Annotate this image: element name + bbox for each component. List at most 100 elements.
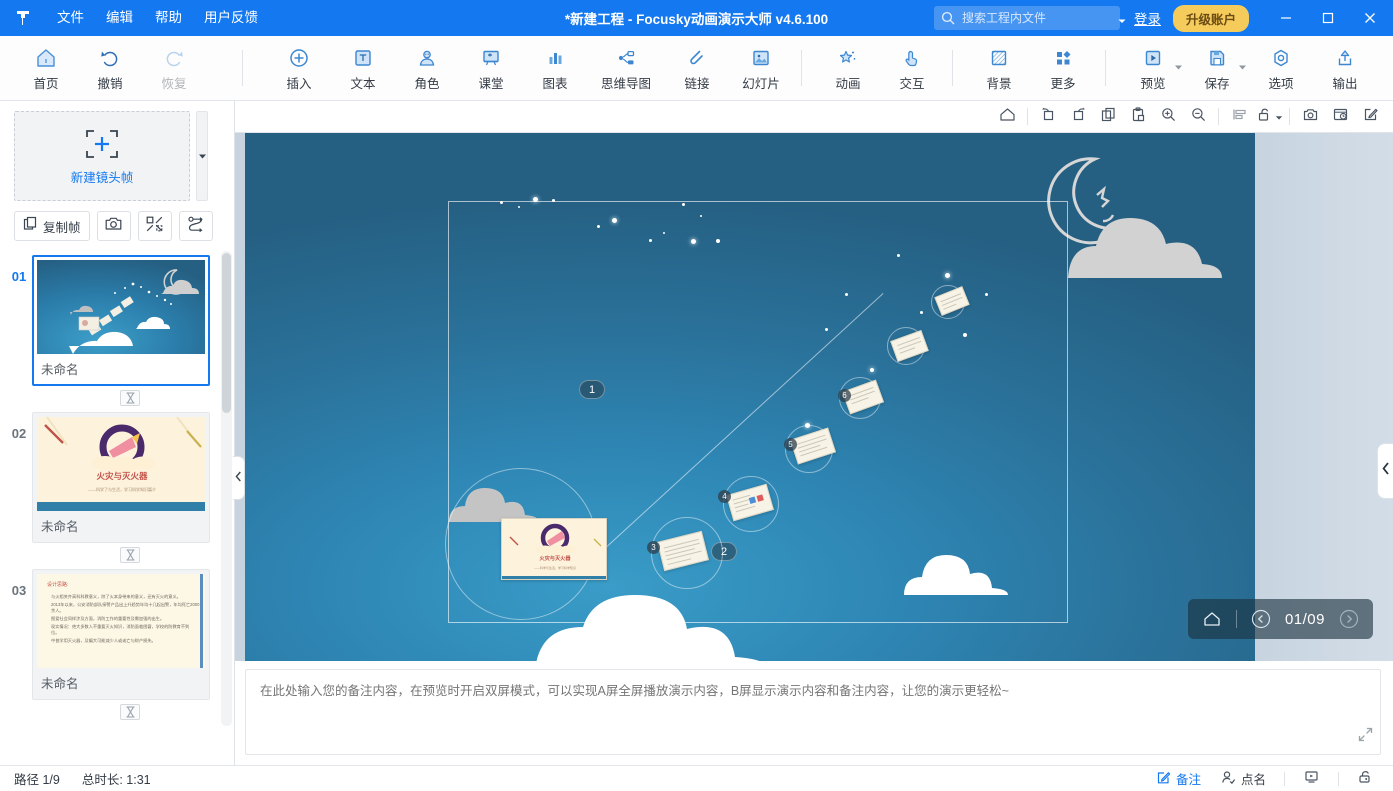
- ribbon-slide[interactable]: 幻灯片: [729, 38, 793, 98]
- home-view-button[interactable]: [992, 104, 1022, 130]
- ribbon-undo[interactable]: 撤销: [78, 38, 142, 98]
- slide-name[interactable]: 未命名: [37, 354, 205, 381]
- panel-collapse-button[interactable]: [233, 456, 245, 500]
- menu-help[interactable]: 帮助: [144, 5, 193, 31]
- menu-file[interactable]: 文件: [46, 5, 95, 31]
- ribbon-character[interactable]: 角色: [395, 38, 459, 98]
- ribbon-animation[interactable]: 动画: [816, 38, 880, 98]
- chevron-down-icon[interactable]: [1275, 108, 1283, 126]
- capture-frame-button[interactable]: [96, 211, 131, 241]
- hourglass-icon[interactable]: [120, 547, 140, 563]
- step-dot-6[interactable]: 6: [838, 389, 851, 402]
- expand-arrows-icon[interactable]: [1358, 727, 1373, 747]
- ribbon-classroom[interactable]: 课堂: [459, 38, 523, 98]
- status-presenter-button[interactable]: [1293, 767, 1330, 790]
- close-button[interactable]: [1349, 0, 1391, 36]
- chevron-down-icon[interactable]: [1174, 58, 1183, 76]
- slide-card-02[interactable]: 火灾与灭火器 ——科学了与生活，学习科学知识篇介 未命名: [32, 412, 210, 543]
- edit-note-button[interactable]: [1355, 104, 1385, 130]
- chevron-down-icon[interactable]: [1238, 58, 1247, 76]
- ribbon-more[interactable]: 更多: [1031, 38, 1095, 98]
- main-body: 新建镜头帧 复制帧 01 未命名 02 火灾与灭火器 ——科学了与生活，学习科学…: [0, 101, 1393, 765]
- ribbon-interaction[interactable]: 交互: [880, 38, 944, 98]
- timeline-button[interactable]: [1325, 104, 1355, 130]
- status-right: 备注 点名: [1146, 767, 1393, 790]
- svg-text:现实情况：绝大多数人不重要灭火知识，消防面临困窘，学校的防教: 现实情况：绝大多数人不重要灭火知识，消防面临困窘，学校的防教育不到: [51, 623, 189, 630]
- zoom-in-button[interactable]: [1153, 104, 1183, 130]
- upgrade-account-button[interactable]: 升级账户: [1172, 4, 1249, 32]
- ribbon-home[interactable]: 首页: [14, 38, 78, 98]
- copy-button[interactable]: [1093, 104, 1123, 130]
- frames-scroll-down[interactable]: [196, 111, 208, 201]
- ribbon-redo[interactable]: 恢复: [142, 38, 206, 98]
- status-lock-button[interactable]: [1347, 767, 1383, 790]
- canvas-area: 1 2 火灾与灭火器 ——科学与生活，学习科学知识 3 4 5 6 01/09 …: [235, 101, 1393, 765]
- rotate-left-button[interactable]: [1033, 104, 1063, 130]
- presenter-screen-icon: [1303, 769, 1320, 788]
- frame-badge-1[interactable]: 1: [579, 380, 605, 399]
- ribbon-save[interactable]: 保存: [1185, 38, 1249, 98]
- ribbon-text[interactable]: 文本: [331, 38, 395, 98]
- list-item[interactable]: 03 设计思路: 与火相关齐高科科教意义，除了火本身带来的意义，还有灭火的意义。…: [0, 569, 234, 700]
- nav-home-button[interactable]: [1198, 605, 1226, 633]
- nav-prev-button[interactable]: [1247, 605, 1275, 633]
- list-item[interactable]: 01 未命名: [0, 255, 234, 386]
- step-dot-5[interactable]: 5: [784, 438, 797, 451]
- chevron-down-icon[interactable]: [1117, 13, 1127, 23]
- slide-card-01[interactable]: 未命名: [32, 255, 210, 386]
- canvas-toolbar: [235, 101, 1393, 133]
- search-input[interactable]: [961, 11, 1117, 25]
- slide-number: 02: [11, 426, 27, 441]
- menu-feedback[interactable]: 用户反馈: [193, 5, 269, 31]
- frame-tools: 复制帧: [0, 201, 234, 251]
- cloud-white-bottom: [535, 551, 835, 661]
- editor-canvas[interactable]: 1 2 火灾与灭火器 ——科学与生活，学习科学知识 3 4 5 6 01/09: [235, 133, 1393, 661]
- status-divider: [1338, 771, 1339, 786]
- minimize-button[interactable]: [1265, 0, 1307, 36]
- right-panel-collapse-button[interactable]: [1377, 443, 1393, 499]
- menu-edit[interactable]: 编辑: [95, 5, 144, 31]
- status-notes-button[interactable]: 备注: [1146, 767, 1211, 790]
- slide-thumbnail: 火灾与灭火器 ——科学了与生活，学习科学知识篇介: [37, 417, 205, 511]
- hourglass-icon[interactable]: [120, 704, 140, 720]
- status-rollcall-button[interactable]: 点名: [1211, 767, 1276, 790]
- slides-list[interactable]: 01 未命名 02 火灾与灭火器 ——科学了与生活，学习科学知识篇介 未命名 0…: [0, 251, 234, 765]
- play-box-icon: [1141, 45, 1165, 71]
- align-button[interactable]: [1224, 104, 1254, 130]
- reorder-frames-button[interactable]: [178, 211, 213, 241]
- slide-name[interactable]: 未命名: [37, 511, 205, 538]
- grid-squares-icon: [1051, 45, 1075, 71]
- ribbon-mindmap[interactable]: 思维导图: [587, 38, 665, 98]
- maximize-button[interactable]: [1307, 0, 1349, 36]
- ribbon-insert[interactable]: 插入: [267, 38, 331, 98]
- zoom-out-button[interactable]: [1183, 104, 1213, 130]
- fit-frame-button[interactable]: [137, 211, 172, 241]
- frames-scrollbar-thumb[interactable]: [222, 253, 231, 413]
- status-notes-label: 备注: [1175, 773, 1201, 787]
- paste-button[interactable]: [1123, 104, 1153, 130]
- step-dot-4[interactable]: 4: [718, 490, 731, 503]
- list-item[interactable]: 02 火灾与灭火器 ——科学了与生活，学习科学知识篇介 未命名: [0, 412, 234, 543]
- ribbon-chart[interactable]: 图表: [523, 38, 587, 98]
- lock-button[interactable]: [1254, 104, 1284, 130]
- search-box[interactable]: [933, 6, 1126, 30]
- duplicate-frame-button[interactable]: 复制帧: [14, 211, 90, 241]
- slide-gap-3: [0, 702, 234, 726]
- screenshot-button[interactable]: [1295, 104, 1325, 130]
- ribbon-options[interactable]: 选项: [1249, 38, 1313, 98]
- notes-input[interactable]: [245, 669, 1381, 755]
- ribbon-toolbar: 首页 撤销 恢复 插入 文本 角色 课堂 图表 思维导图 链接 幻灯片 动画 交…: [0, 36, 1393, 101]
- ribbon-link[interactable]: 链接: [665, 38, 729, 98]
- frames-scrollbar[interactable]: [221, 251, 232, 726]
- ribbon-preview[interactable]: 预览: [1121, 38, 1185, 98]
- ribbon-background[interactable]: 背景: [967, 38, 1031, 98]
- ribbon-export[interactable]: 输出: [1313, 38, 1377, 98]
- slide-name[interactable]: 未命名: [37, 668, 205, 695]
- slide-card-03[interactable]: 设计思路: 与火相关齐高科科教意义，除了火本身带来的意义，还有灭火的意义。 20…: [32, 569, 210, 700]
- hourglass-icon[interactable]: [120, 390, 140, 406]
- status-left: 路径 1/9 总时长: 1:31: [0, 769, 151, 788]
- login-link[interactable]: 登录: [1134, 8, 1161, 28]
- nav-next-button[interactable]: [1335, 605, 1363, 633]
- new-frame-button[interactable]: 新建镜头帧: [14, 111, 190, 201]
- rotate-right-button[interactable]: [1063, 104, 1093, 130]
